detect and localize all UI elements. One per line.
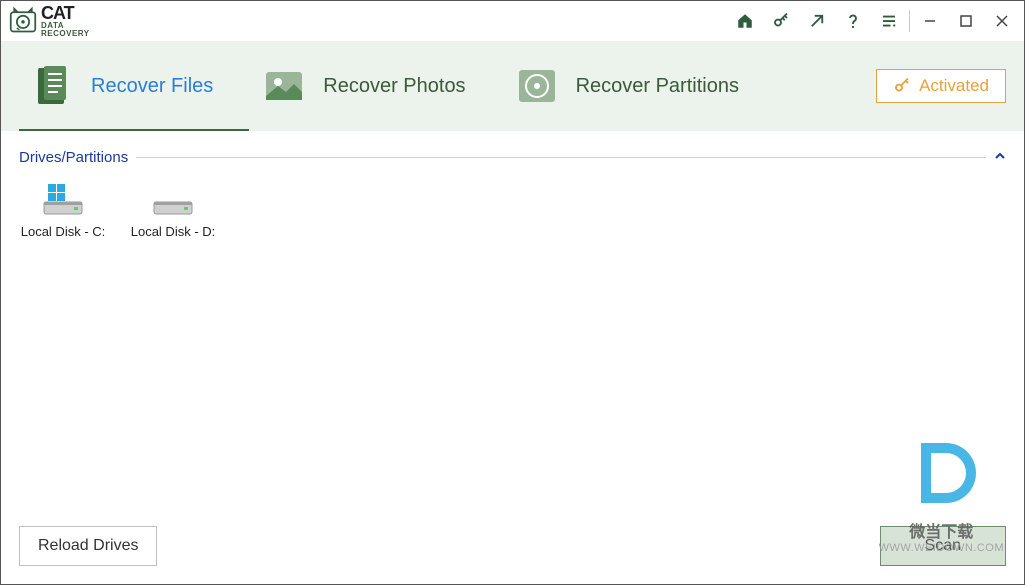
- close-icon: [995, 14, 1009, 28]
- drive-label: Local Disk - D:: [131, 224, 216, 239]
- tab-recover-photos[interactable]: Recover Photos: [251, 41, 473, 131]
- brand-main: CAT: [41, 4, 90, 22]
- drives-list: Local Disk - C: Local Disk - D:: [19, 166, 1006, 255]
- partitions-icon: [512, 61, 562, 111]
- section-header: Drives/Partitions: [19, 149, 1006, 166]
- key-icon: [772, 12, 790, 30]
- tab-label: Recover Partitions: [576, 75, 739, 98]
- arrow-up-right-icon: [808, 12, 826, 30]
- drive-icon: [148, 182, 198, 218]
- cat-logo-icon: [9, 7, 37, 35]
- scan-button[interactable]: Scan: [880, 526, 1006, 566]
- maximize-icon: [959, 14, 973, 28]
- logo-text: CAT DATA RECOVERY: [41, 4, 90, 38]
- footer: Reload Drives Scan: [1, 526, 1024, 584]
- menu-icon: [880, 12, 898, 30]
- app-logo: CAT DATA RECOVERY: [9, 4, 90, 38]
- key-icon: [893, 77, 911, 95]
- home-icon: [736, 12, 754, 30]
- drive-c[interactable]: Local Disk - C:: [23, 182, 103, 239]
- titlebar-divider: [909, 10, 910, 32]
- brand-sub2: RECOVERY: [41, 30, 90, 38]
- spacer: [19, 255, 1006, 508]
- content-area: Drives/Partitions L: [1, 131, 1024, 526]
- chevron-up-icon: [994, 150, 1006, 162]
- tab-recover-files[interactable]: Recover Files: [19, 41, 221, 131]
- photos-icon: [259, 61, 309, 111]
- section-divider: [136, 157, 986, 158]
- titlebar: CAT DATA RECOVERY: [1, 1, 1024, 41]
- drive-d[interactable]: Local Disk - D:: [133, 182, 213, 239]
- drive-icon: [38, 182, 88, 218]
- active-tab-underline: [19, 129, 249, 131]
- home-button[interactable]: [727, 5, 763, 37]
- app-window: CAT DATA RECOVERY: [0, 0, 1025, 585]
- key-button[interactable]: [763, 5, 799, 37]
- help-button[interactable]: [835, 5, 871, 37]
- close-button[interactable]: [984, 5, 1020, 37]
- activated-label: Activated: [919, 76, 989, 96]
- question-icon: [844, 12, 862, 30]
- tab-label: Recover Files: [91, 75, 213, 98]
- drive-label: Local Disk - C:: [21, 224, 106, 239]
- share-button[interactable]: [799, 5, 835, 37]
- tab-bar: Recover Files Recover Photos Recover Par…: [1, 41, 1024, 131]
- section-title: Drives/Partitions: [19, 149, 128, 166]
- tab-label: Recover Photos: [323, 75, 465, 98]
- minimize-icon: [923, 14, 937, 28]
- minimize-button[interactable]: [912, 5, 948, 37]
- tab-recover-partitions[interactable]: Recover Partitions: [504, 41, 747, 131]
- files-icon: [27, 61, 77, 111]
- collapse-section-button[interactable]: [994, 149, 1006, 166]
- titlebar-buttons: [727, 5, 1020, 37]
- activated-badge[interactable]: Activated: [876, 69, 1006, 103]
- menu-button[interactable]: [871, 5, 907, 37]
- maximize-button[interactable]: [948, 5, 984, 37]
- reload-drives-button[interactable]: Reload Drives: [19, 526, 157, 566]
